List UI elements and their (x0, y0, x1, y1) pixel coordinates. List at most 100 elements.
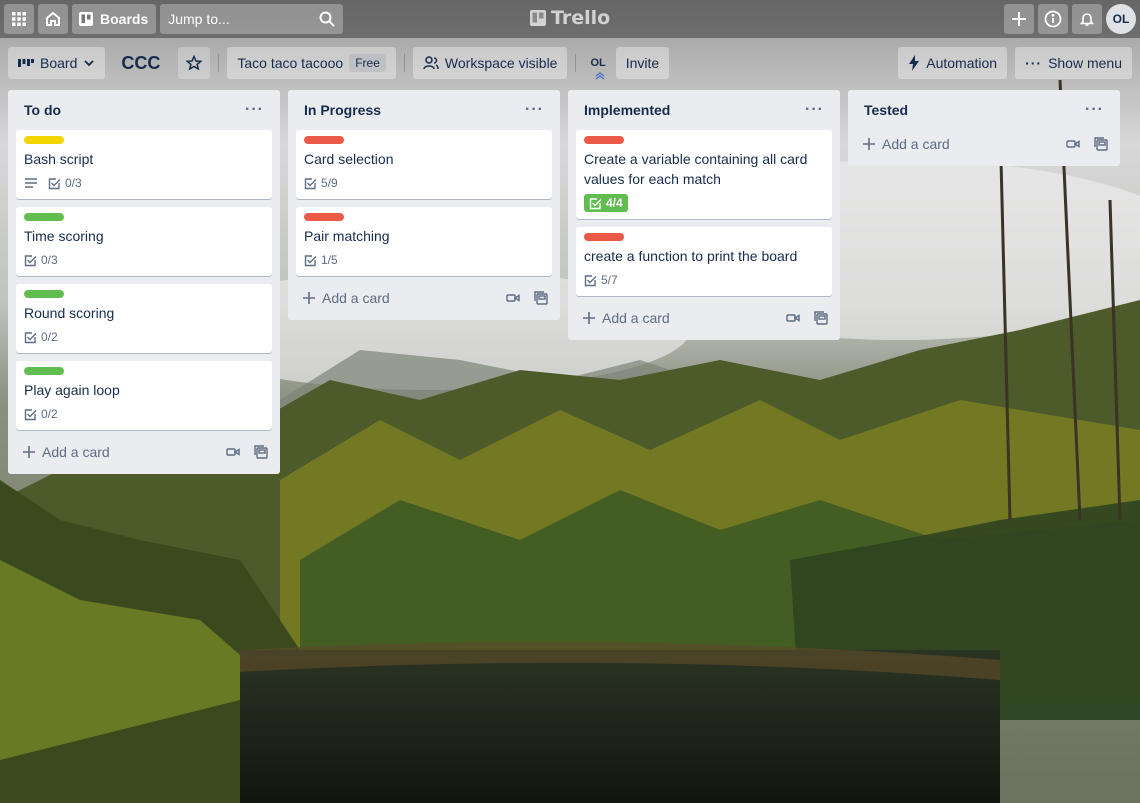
automation-label: Automation (926, 55, 998, 71)
checklist-count: 0/2 (41, 330, 58, 344)
search-input[interactable]: Jump to... (160, 4, 344, 34)
header-right-actions: Automation ··· Show menu (898, 47, 1132, 79)
list-actions-icon[interactable]: ··· (1085, 101, 1104, 119)
add-card-extra-actions (1066, 137, 1108, 151)
checklist-count: 0/3 (41, 253, 58, 267)
app-switcher-button[interactable] (4, 4, 34, 34)
automation-button[interactable]: Automation (898, 47, 1008, 79)
card-title: Create a variable containing all card va… (584, 151, 808, 187)
card-badges: 5/9 (304, 173, 544, 193)
checklist-count: 5/7 (601, 273, 618, 287)
checklist-badge: 5/7 (584, 273, 618, 287)
plus-icon (583, 312, 595, 324)
show-menu-button[interactable]: ··· Show menu (1015, 47, 1132, 79)
invite-button[interactable]: Invite (615, 47, 670, 79)
grid-icon (12, 12, 26, 26)
add-card-label: Add a card (42, 444, 110, 460)
list-actions-icon[interactable]: ··· (245, 101, 264, 119)
video-icon[interactable] (786, 311, 800, 325)
card-badges: 0/3 (24, 250, 264, 270)
card-title: create a function to print the board (584, 248, 798, 264)
header-divider (218, 54, 220, 72)
workspace-name: Taco taco tacooo (237, 55, 344, 71)
card-template-icon[interactable] (534, 291, 548, 305)
bell-icon (1079, 13, 1095, 26)
board-title[interactable]: CCC (121, 53, 160, 74)
card-label-green (24, 290, 64, 298)
logo-text: Trello (551, 7, 611, 29)
card[interactable]: Time scoring 0/3 (16, 207, 272, 276)
card-badges: 0/3 (24, 173, 264, 193)
card[interactable]: Bash script 0/3 (16, 130, 272, 199)
star-board-button[interactable] (178, 47, 211, 79)
checklist-icon (24, 254, 37, 266)
list-implemented: Implemented ··· Create a variable contai… (568, 90, 840, 340)
card-label-red (584, 233, 624, 241)
card-template-icon[interactable] (814, 311, 828, 325)
notifications-button[interactable] (1072, 4, 1102, 34)
card[interactable]: Card selection 5/9 (296, 130, 552, 199)
checklist-count: 0/2 (41, 407, 58, 421)
create-button[interactable] (1004, 4, 1034, 34)
checklist-count: 4/4 (606, 196, 623, 210)
checklist-count: 0/3 (65, 176, 82, 190)
video-icon[interactable] (506, 291, 520, 305)
card-template-icon[interactable] (1094, 137, 1108, 151)
trello-logo-icon (530, 10, 546, 26)
card-template-icon[interactable] (254, 445, 268, 459)
visibility-label: Workspace visible (444, 55, 558, 71)
checklist-badge: 1/5 (304, 253, 338, 267)
admin-chevrons-icon (596, 72, 605, 80)
card-title: Play again loop (24, 382, 120, 398)
star-icon (186, 55, 203, 71)
card[interactable]: Play again loop 0/2 (16, 361, 272, 430)
header-divider (575, 54, 577, 72)
list-title[interactable]: To do (24, 102, 61, 118)
card[interactable]: Pair matching 1/5 (296, 207, 552, 276)
card-label-green (24, 367, 64, 375)
card-badges: 0/2 (24, 404, 264, 424)
card[interactable]: create a function to print the board 5/7 (576, 227, 832, 296)
checklist-count: 5/9 (321, 176, 338, 190)
add-card-button[interactable]: Add a card (862, 136, 950, 152)
checklist-icon (304, 254, 317, 266)
add-card-button[interactable]: Add a card (22, 444, 110, 460)
board-view-switcher[interactable]: Board (8, 47, 106, 79)
user-avatar[interactable]: OL (1106, 4, 1136, 34)
home-button[interactable] (38, 4, 68, 34)
member-avatar[interactable]: OL (590, 57, 606, 80)
list-tested: Tested ··· Add a card (848, 90, 1120, 166)
plan-badge: Free (349, 54, 386, 72)
board-header: Board CCC Taco taco tacooo Free Workspac… (0, 38, 1140, 88)
video-icon[interactable] (1066, 137, 1080, 151)
card-title: Round scoring (24, 305, 115, 321)
card-label-red (304, 136, 344, 144)
card[interactable]: Create a variable containing all card va… (576, 130, 832, 219)
list-title[interactable]: Tested (864, 102, 908, 118)
video-icon[interactable] (226, 445, 240, 459)
boards-button[interactable]: Boards (72, 4, 157, 34)
card-label-red (584, 136, 624, 144)
workspace-button[interactable]: Taco taco tacooo Free (227, 47, 396, 79)
header-divider (403, 54, 405, 72)
top-navigation-bar: Boards Jump to... Trello OL (0, 0, 1140, 38)
list-actions-icon[interactable]: ··· (525, 101, 544, 119)
invite-label: Invite (625, 55, 660, 71)
add-card-button[interactable]: Add a card (302, 290, 390, 306)
visibility-button[interactable]: Workspace visible (412, 47, 568, 79)
checklist-icon (304, 177, 317, 189)
lightning-icon (909, 55, 920, 71)
checklist-badge: 0/2 (24, 407, 58, 421)
trello-logo[interactable]: Trello (530, 7, 610, 29)
list-to-do: To do ··· Bash script 0/3 Time scoring 0… (8, 90, 280, 474)
checklist-badge: 0/3 (24, 253, 58, 267)
member-initials: OL (590, 57, 606, 69)
card[interactable]: Round scoring 0/2 (16, 284, 272, 353)
add-card-button[interactable]: Add a card (582, 310, 670, 326)
list-title[interactable]: In Progress (304, 102, 381, 118)
list-actions-icon[interactable]: ··· (805, 101, 824, 119)
checklist-icon (584, 274, 597, 286)
information-button[interactable] (1038, 4, 1068, 34)
plus-icon (303, 292, 315, 304)
list-title[interactable]: Implemented (584, 102, 670, 118)
